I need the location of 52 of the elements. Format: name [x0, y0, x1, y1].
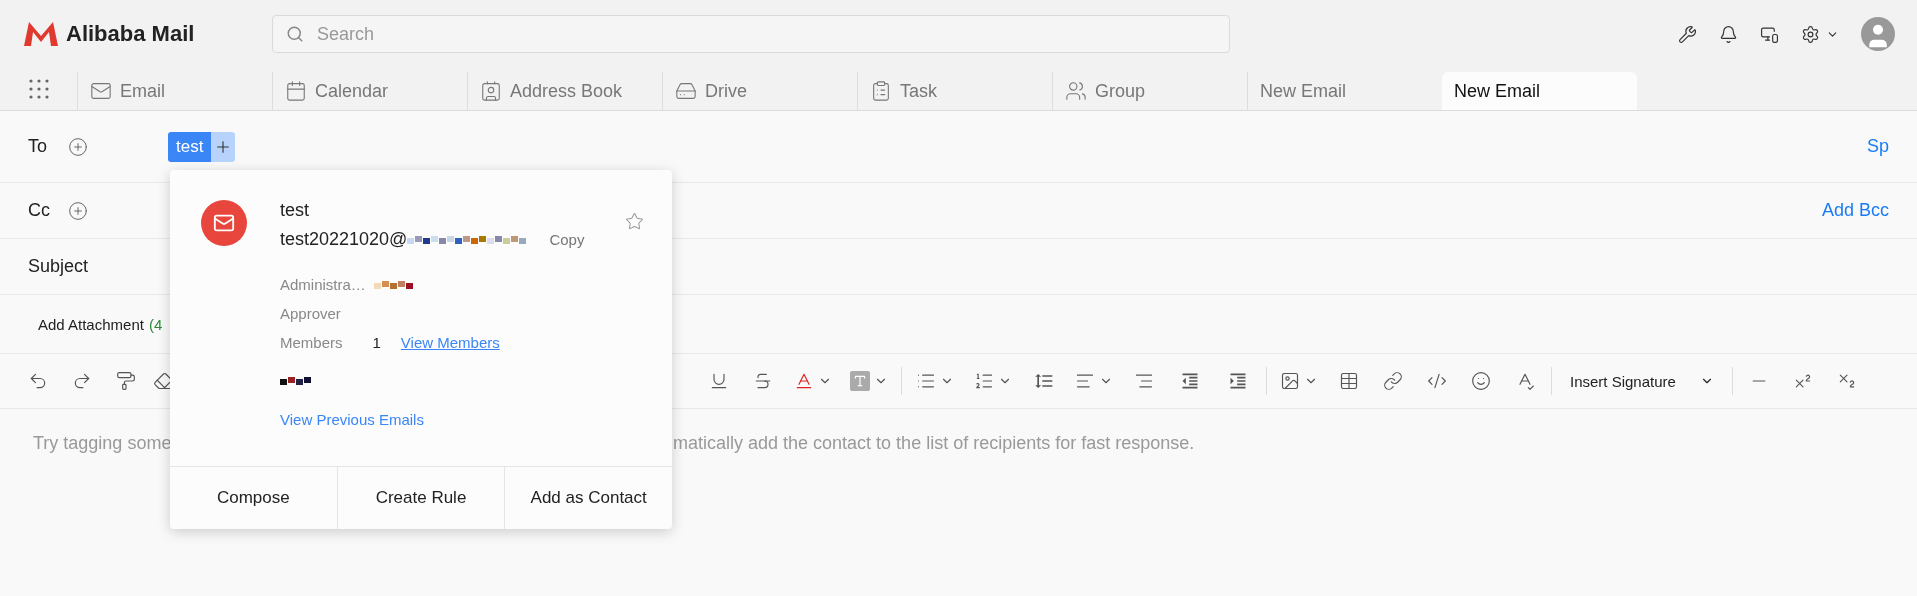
attachment-size-note: (4	[148, 315, 163, 333]
subject-label: Subject	[28, 256, 89, 277]
nav-tab[interactable]: Address Book	[467, 72, 662, 110]
message-body-field[interactable]: matically add the contact to the list of recipients for fast response.	[673, 433, 1917, 455]
nav-tab[interactable]: Email	[77, 72, 272, 110]
insert-signature-dropdown[interactable]: Insert Signature	[1556, 372, 1728, 390]
star-icon[interactable]	[625, 212, 644, 231]
to-label: To	[28, 136, 48, 157]
add-icon[interactable]	[211, 131, 236, 162]
contact-email: test20221020@	[280, 229, 408, 250]
copy-link[interactable]: Copy	[549, 231, 585, 248]
wrench-icon[interactable]	[1678, 24, 1697, 44]
clipboard-icon	[870, 80, 892, 102]
nav-tab[interactable]: Group	[1052, 72, 1247, 110]
contact-icon	[480, 80, 502, 102]
cc-label: Cc	[28, 200, 51, 221]
nav-tab[interactable]: Task	[857, 72, 1052, 110]
card-action-button[interactable]: Compose	[170, 467, 337, 529]
members-label: Members	[280, 334, 343, 351]
nav-tab[interactable]: Calendar	[272, 72, 467, 110]
card-action-button[interactable]: Create Rule	[336, 467, 505, 529]
search-icon	[286, 25, 304, 43]
nav-tab[interactable]: Drive	[662, 72, 857, 110]
recipient-chip[interactable]: test	[168, 131, 212, 162]
settings-icon[interactable]	[1801, 24, 1839, 44]
logo-icon	[22, 20, 60, 48]
approver-text: Approver	[280, 305, 341, 322]
message-body-field[interactable]: Try tagging some	[0, 433, 170, 455]
avatar-icon[interactable]	[1861, 17, 1895, 51]
calendar-icon	[285, 80, 307, 102]
view-previous-emails-link[interactable]: View Previous Emails	[280, 411, 424, 428]
search-field[interactable]: Search	[272, 15, 1230, 53]
redacted-drawing	[280, 375, 312, 387]
role-text: Administra…	[280, 276, 366, 293]
drive-icon	[675, 80, 697, 102]
add-attachment-link[interactable]: Add Attachment	[38, 315, 144, 333]
redacted-drawing	[373, 278, 414, 291]
members-count: 1	[372, 334, 381, 351]
add-bcc-link[interactable]: Add Bcc	[1821, 200, 1889, 221]
app-name: Alibaba Mail	[66, 21, 195, 47]
notifications-icon[interactable]	[1719, 24, 1738, 44]
apps-grid-icon[interactable]	[28, 78, 50, 100]
sp-link[interactable]: Sp	[1866, 136, 1889, 157]
add-recipient-icon[interactable]	[68, 136, 88, 157]
view-members-link[interactable]: View Members	[400, 334, 500, 351]
card-action-button[interactable]: Add as Contact	[504, 467, 672, 529]
envelope-icon	[90, 80, 112, 102]
add-cc-icon[interactable]	[68, 200, 88, 221]
mail-avatar-icon	[201, 200, 247, 246]
nav-tab[interactable]: New Email	[1442, 72, 1637, 110]
group-icon	[1065, 80, 1087, 102]
contact-name: test	[280, 200, 310, 221]
